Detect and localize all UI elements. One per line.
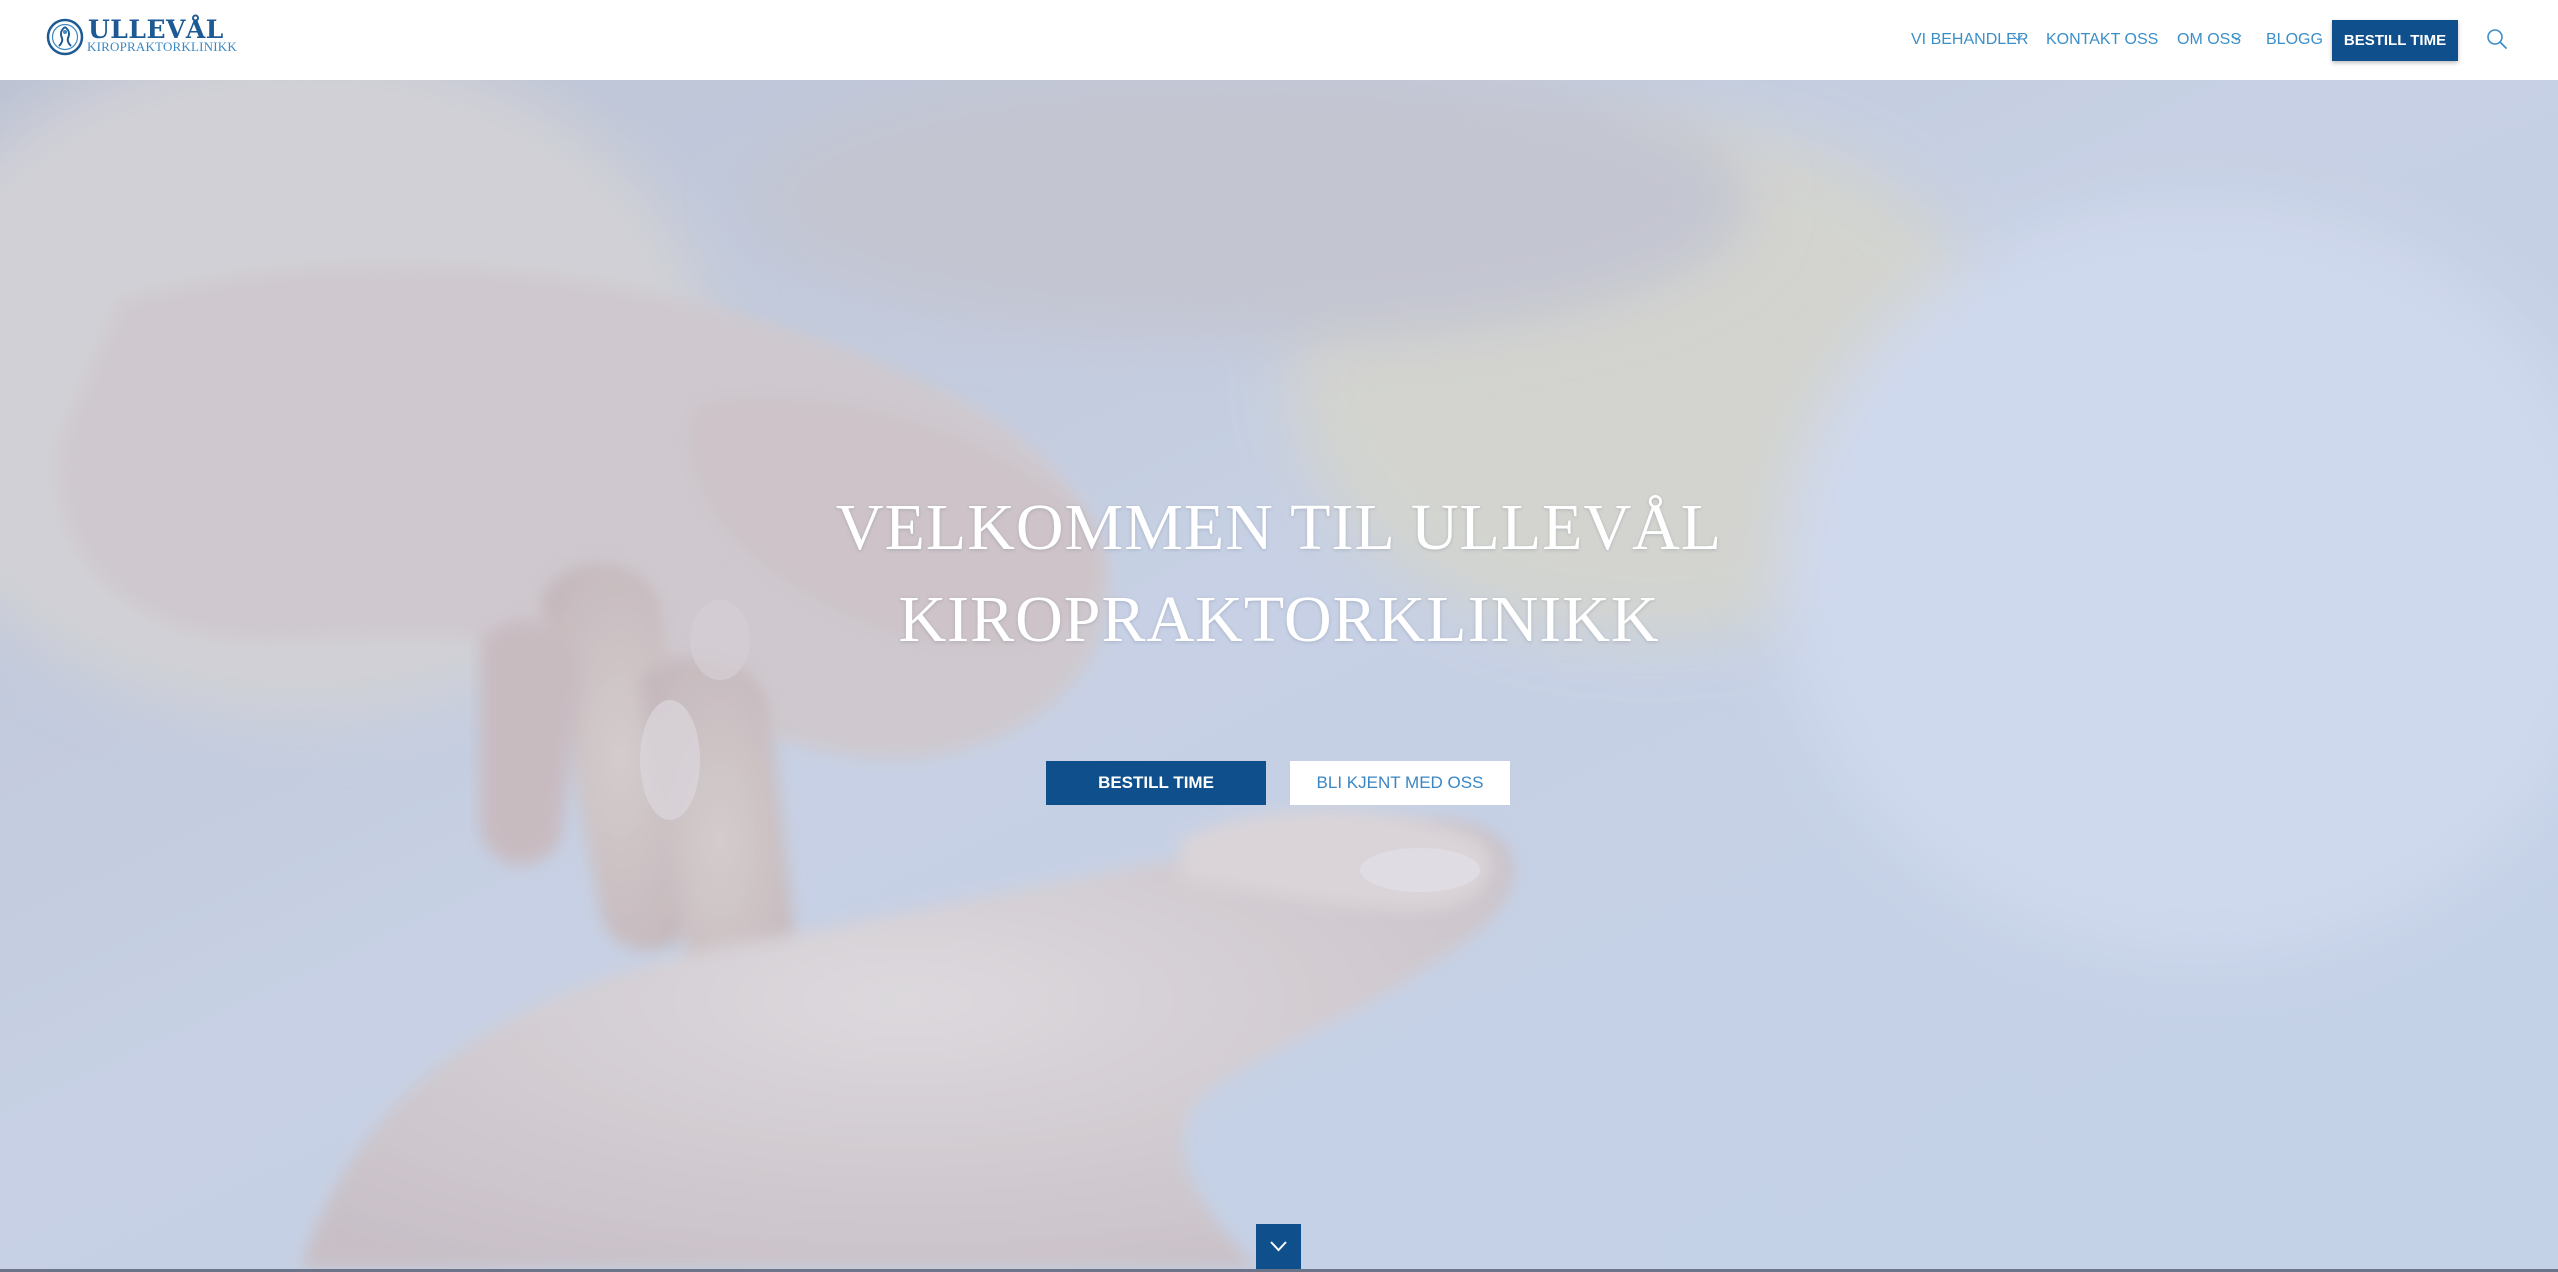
- hero-book-appointment-button[interactable]: BESTILL TIME: [1046, 761, 1266, 805]
- hero-about-us-button[interactable]: BLI KJENT MED OSS: [1290, 761, 1510, 805]
- hero-title-line-1: VELKOMMEN TIL ULLEVÅL: [835, 491, 1723, 564]
- hero-title: VELKOMMEN TIL ULLEVÅL KIROPRAKTORKLINIKK: [0, 482, 2558, 666]
- nav-item-kontakt-oss[interactable]: KONTAKT OSS: [2046, 30, 2158, 50]
- scroll-down-button[interactable]: [1256, 1224, 1301, 1269]
- nav-item-vi-behandler[interactable]: VI BEHANDLER: [1911, 30, 2028, 50]
- nav-item-blogg[interactable]: BLOGG: [2266, 30, 2323, 50]
- hero-title-line-2: KIROPRAKTORKLINIKK: [898, 583, 1660, 656]
- hero-overlay: [0, 80, 2558, 1269]
- main-nav: VI BEHANDLER KONTAKT OSS OM OSS BLOGG BE…: [0, 0, 2558, 80]
- book-appointment-button[interactable]: BESTILL TIME: [2332, 20, 2458, 61]
- search-icon[interactable]: [2486, 28, 2508, 50]
- chevron-down-icon: [1270, 1241, 1287, 1252]
- hero-section: VELKOMMEN TIL ULLEVÅL KIROPRAKTORKLINIKK…: [0, 80, 2558, 1269]
- nav-item-om-oss[interactable]: OM OSS: [2177, 30, 2241, 50]
- site-header: ULLEVÅL KIROPRAKTORKLINIKK VI BEHANDLER …: [0, 0, 2558, 80]
